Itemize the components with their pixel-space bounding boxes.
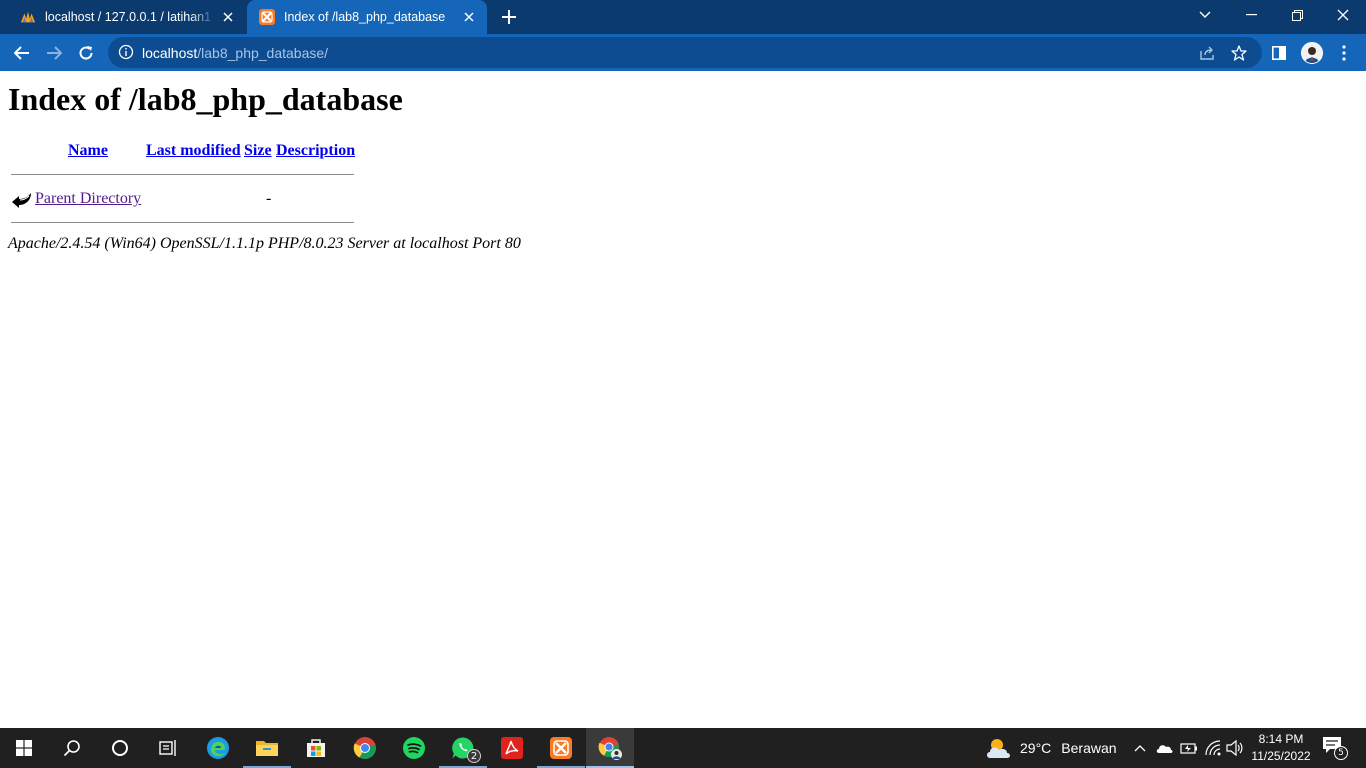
clock-time: 8:14 PM bbox=[1258, 732, 1304, 746]
avatar bbox=[1301, 42, 1323, 64]
search-button[interactable] bbox=[48, 728, 96, 768]
speaker-icon bbox=[1226, 740, 1243, 756]
tab-strip: localhost / 127.0.0.1 / latihan1 / c Ind… bbox=[0, 0, 1366, 34]
url-path: /lab8_php_database/ bbox=[197, 45, 329, 61]
chrome-profile-app[interactable] bbox=[586, 728, 634, 768]
tab-search-button[interactable] bbox=[1182, 0, 1228, 30]
table-divider bbox=[11, 222, 354, 223]
back-button[interactable] bbox=[7, 38, 37, 68]
file-explorer-app[interactable] bbox=[243, 728, 291, 768]
windows-icon bbox=[16, 740, 32, 756]
notification-count-badge: 5 bbox=[1334, 746, 1348, 760]
wifi-icon bbox=[1205, 740, 1221, 756]
minimize-icon bbox=[1245, 14, 1257, 16]
server-signature: Apache/2.4.54 (Win64) OpenSSL/1.1.1p PHP… bbox=[8, 235, 521, 252]
close-tab-icon[interactable] bbox=[457, 5, 481, 29]
chevron-up-icon bbox=[1134, 745, 1146, 752]
new-tab-button[interactable] bbox=[496, 5, 522, 29]
chrome-app[interactable] bbox=[341, 728, 389, 768]
profile-button[interactable] bbox=[1297, 38, 1327, 68]
weather-temperature: 29°C bbox=[1020, 740, 1052, 756]
xampp-icon bbox=[550, 737, 572, 759]
spotify-app[interactable] bbox=[390, 728, 438, 768]
share-icon bbox=[1200, 46, 1214, 60]
cloud-icon bbox=[1156, 745, 1173, 753]
xampp-icon bbox=[259, 9, 275, 25]
microsoft-store-app[interactable] bbox=[292, 728, 340, 768]
close-icon bbox=[1337, 9, 1349, 21]
system-clock[interactable]: 8:14 PM 11/25/2022 bbox=[1248, 731, 1314, 765]
bookmark-button[interactable] bbox=[1229, 43, 1249, 63]
page-title: Index of /lab8_php_database bbox=[8, 81, 403, 117]
folder-icon bbox=[256, 741, 278, 756]
column-header-name[interactable]: Name bbox=[68, 142, 108, 160]
cortana-icon bbox=[112, 740, 128, 756]
arrow-right-icon bbox=[47, 46, 62, 60]
volume-tray[interactable] bbox=[1225, 738, 1245, 758]
edge-app[interactable] bbox=[194, 728, 242, 768]
tab-title: localhost / 127.0.0.1 / latihan1 / c bbox=[45, 10, 216, 24]
edge-icon bbox=[207, 737, 229, 759]
page-content: Index of /lab8_php_database Name Last mo… bbox=[0, 71, 1366, 728]
restore-icon bbox=[1291, 9, 1303, 21]
back-arrow-icon bbox=[12, 193, 31, 208]
network-tray[interactable] bbox=[1203, 738, 1223, 758]
minimize-button[interactable] bbox=[1228, 0, 1274, 30]
arrow-left-icon bbox=[14, 46, 29, 60]
start-button[interactable] bbox=[0, 728, 48, 768]
tab-title: Index of /lab8_php_database bbox=[284, 10, 446, 24]
cortana-button[interactable] bbox=[96, 728, 144, 768]
battery-tray[interactable] bbox=[1179, 738, 1199, 758]
chrome-profile-icon bbox=[598, 737, 622, 760]
plus-icon bbox=[502, 10, 516, 24]
chrome-icon bbox=[353, 737, 376, 759]
action-center-button[interactable]: 5 bbox=[1322, 736, 1348, 760]
task-view-button[interactable] bbox=[144, 728, 192, 768]
notification-badge: 2 bbox=[467, 749, 481, 763]
reload-icon bbox=[79, 46, 93, 60]
tab-index-of-lab8[interactable]: Index of /lab8_php_database bbox=[247, 0, 487, 34]
taskbar: 2 29°C Berawan 8:14 PM 11/25/2022 5 bbox=[0, 728, 1366, 768]
column-header-last-modified[interactable]: Last modified bbox=[146, 142, 241, 160]
weather-condition: Berawan bbox=[1061, 740, 1117, 756]
onedrive-tray[interactable] bbox=[1154, 738, 1174, 758]
parent-directory-link[interactable]: Parent Directory bbox=[35, 190, 141, 208]
side-panel-icon bbox=[1272, 46, 1286, 60]
clock-date: 11/25/2022 bbox=[1251, 749, 1311, 763]
close-window-button[interactable] bbox=[1320, 0, 1366, 30]
chevron-down-icon bbox=[1199, 11, 1211, 18]
menu-button[interactable] bbox=[1329, 38, 1359, 68]
spotify-icon bbox=[403, 737, 425, 759]
column-header-description[interactable]: Description bbox=[276, 142, 355, 160]
partly-cloudy-icon bbox=[987, 739, 1010, 758]
side-panel-button[interactable] bbox=[1264, 38, 1294, 68]
weather-widget[interactable]: 29°C Berawan bbox=[984, 728, 1117, 768]
column-header-size[interactable]: Size bbox=[244, 142, 272, 160]
search-icon bbox=[63, 740, 80, 757]
whatsapp-app[interactable]: 2 bbox=[439, 728, 487, 768]
phpmyadmin-icon bbox=[20, 9, 36, 25]
tab-phpmyadmin[interactable]: localhost / 127.0.0.1 / latihan1 / c bbox=[8, 0, 246, 34]
url-host: localhost bbox=[142, 45, 198, 61]
site-info-icon[interactable] bbox=[118, 44, 134, 60]
forward-button[interactable] bbox=[39, 38, 69, 68]
acrobat-app[interactable] bbox=[488, 728, 536, 768]
battery-icon bbox=[1180, 743, 1197, 754]
restore-button[interactable] bbox=[1274, 0, 1320, 30]
star-icon bbox=[1231, 45, 1247, 61]
close-tab-icon[interactable] bbox=[216, 5, 240, 29]
more-vertical-icon bbox=[1342, 45, 1346, 61]
size-cell: - bbox=[266, 190, 272, 207]
address-bar[interactable]: localhost/lab8_php_database/ bbox=[108, 37, 1262, 68]
reload-button[interactable] bbox=[71, 38, 101, 68]
table-divider bbox=[11, 174, 354, 175]
acrobat-icon bbox=[501, 737, 523, 759]
browser-toolbar: localhost/lab8_php_database/ bbox=[0, 34, 1366, 71]
url-text[interactable]: localhost/lab8_php_database/ bbox=[142, 45, 328, 61]
xampp-app[interactable] bbox=[537, 728, 585, 768]
task-view-icon bbox=[159, 740, 176, 756]
share-button[interactable] bbox=[1197, 43, 1217, 63]
show-hidden-icons-button[interactable] bbox=[1130, 738, 1150, 758]
store-icon bbox=[307, 739, 325, 757]
